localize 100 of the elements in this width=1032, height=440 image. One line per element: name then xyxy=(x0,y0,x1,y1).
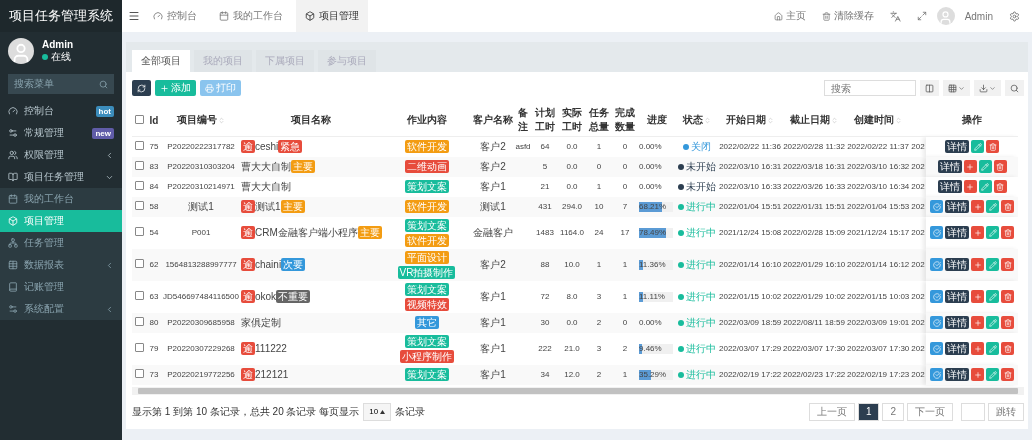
add-button[interactable] xyxy=(963,160,977,173)
checkbox[interactable] xyxy=(134,161,144,170)
nav-tab[interactable]: 我的工作台 xyxy=(210,0,292,32)
next-page-button[interactable]: 下一页 xyxy=(907,402,953,421)
search-field[interactable]: 搜索 xyxy=(824,80,916,96)
menu-item[interactable]: 记账管理 xyxy=(0,276,122,298)
delete-button[interactable] xyxy=(986,140,999,154)
add-button[interactable] xyxy=(971,226,984,239)
menu-item[interactable]: 任务管理 xyxy=(0,232,122,254)
menu-item[interactable]: 项目任务管理 xyxy=(0,166,122,188)
edit-button[interactable] xyxy=(986,290,999,303)
menu-item[interactable]: 控制台 hot xyxy=(0,100,122,122)
approve-button[interactable] xyxy=(930,290,943,303)
menu-item[interactable]: 系统配置 xyxy=(0,298,122,320)
edit-button[interactable] xyxy=(971,140,984,154)
menu-item[interactable]: 常规管理 new xyxy=(0,122,122,144)
menu-search-field[interactable]: 搜索菜单 xyxy=(8,74,114,94)
content-tab[interactable]: 全部项目 xyxy=(132,50,190,72)
column-header[interactable]: 截止日期 xyxy=(782,104,846,137)
page-input[interactable] xyxy=(961,402,985,421)
detail-button[interactable]: 详情 xyxy=(945,342,969,355)
detail-button[interactable]: 详情 xyxy=(937,160,962,173)
checkbox[interactable] xyxy=(134,114,144,124)
toggle-view-button[interactable] xyxy=(920,80,939,96)
approve-button[interactable] xyxy=(930,368,943,381)
column-header[interactable]: 开始日期 xyxy=(718,104,782,137)
add-button[interactable] xyxy=(971,290,984,303)
checkbox[interactable] xyxy=(134,291,144,300)
add-button[interactable] xyxy=(963,180,977,193)
nav-tab[interactable]: 项目管理 xyxy=(296,0,368,32)
prev-page-button[interactable]: 上一页 xyxy=(808,402,855,421)
detail-button[interactable]: 详情 xyxy=(945,140,969,154)
settings-icon[interactable] xyxy=(1009,10,1020,22)
edit-button[interactable] xyxy=(986,342,999,355)
page-button[interactable]: 2 xyxy=(882,402,904,421)
delete-button[interactable] xyxy=(1001,258,1014,271)
detail-button[interactable]: 详情 xyxy=(945,316,969,329)
edit-button[interactable] xyxy=(986,258,999,271)
approve-button[interactable] xyxy=(930,316,943,329)
detail-button[interactable]: 详情 xyxy=(937,180,962,193)
approve-button[interactable] xyxy=(930,258,943,271)
nav-tab[interactable]: 控制台 xyxy=(144,0,206,32)
delete-button[interactable] xyxy=(1001,342,1014,355)
header-link[interactable]: 清除缓存 xyxy=(815,9,880,23)
fullscreen-icon[interactable] xyxy=(916,11,927,21)
columns-button[interactable] xyxy=(943,80,970,96)
checkbox[interactable] xyxy=(134,369,144,378)
page-button[interactable]: 1 xyxy=(857,402,880,421)
approve-button[interactable] xyxy=(930,342,943,355)
user-name[interactable]: Admin xyxy=(958,10,999,22)
horizontal-scrollbar[interactable] xyxy=(132,386,1024,395)
menu-item[interactable]: 权限管理 xyxy=(0,144,122,166)
priority-tag: 主要 xyxy=(291,160,315,173)
edit-button[interactable] xyxy=(986,316,999,329)
edit-button[interactable] xyxy=(978,180,992,193)
add-button[interactable] xyxy=(971,316,984,329)
header-link[interactable]: 主页 xyxy=(767,9,812,23)
add-button[interactable] xyxy=(971,200,984,213)
delete-button[interactable] xyxy=(1001,316,1014,329)
add-button[interactable] xyxy=(971,368,984,381)
edit-button[interactable] xyxy=(978,160,992,173)
menu-item[interactable]: 数据报表 xyxy=(0,254,122,276)
column-header[interactable]: 创建时间 xyxy=(846,104,910,137)
detail-button[interactable]: 详情 xyxy=(945,200,969,213)
checkbox[interactable] xyxy=(134,317,144,326)
page-size-select[interactable]: 10 xyxy=(363,402,392,421)
column-header[interactable]: 状态 xyxy=(676,104,718,137)
refresh-button[interactable] xyxy=(132,80,151,96)
delete-button[interactable] xyxy=(993,180,1007,193)
delete-button[interactable] xyxy=(1001,226,1014,239)
edit-button[interactable] xyxy=(986,200,999,213)
table-cell: 2022/03/26 16:33 xyxy=(782,176,846,197)
approve-button[interactable] xyxy=(930,226,943,239)
edit-button[interactable] xyxy=(986,368,999,381)
translate-icon[interactable] xyxy=(889,10,901,22)
export-button[interactable] xyxy=(974,80,1001,96)
detail-button[interactable]: 详情 xyxy=(945,290,969,303)
checkbox[interactable] xyxy=(134,181,144,190)
checkbox[interactable] xyxy=(134,141,144,151)
search-button[interactable] xyxy=(1005,80,1024,96)
approve-button[interactable] xyxy=(930,200,943,213)
delete-button[interactable] xyxy=(1001,368,1014,381)
add-button[interactable] xyxy=(971,342,984,355)
delete-button[interactable] xyxy=(1001,200,1014,213)
checkbox[interactable] xyxy=(134,259,144,268)
table-cell: 3 xyxy=(586,280,612,313)
detail-button[interactable]: 详情 xyxy=(945,368,969,381)
detail-button[interactable]: 详情 xyxy=(945,226,969,239)
delete-button[interactable] xyxy=(993,160,1007,173)
detail-button[interactable]: 详情 xyxy=(945,258,969,271)
checkbox[interactable] xyxy=(134,201,144,210)
delete-button[interactable] xyxy=(1001,290,1014,303)
jump-button[interactable]: 跳转 xyxy=(988,402,1024,421)
checkbox[interactable] xyxy=(134,227,144,236)
avatar[interactable] xyxy=(936,7,955,25)
checkbox[interactable] xyxy=(134,343,144,352)
edit-button[interactable] xyxy=(986,226,999,239)
menu-item[interactable]: 我的工作台 xyxy=(0,188,122,210)
add-button[interactable] xyxy=(971,258,984,271)
column-header[interactable]: 项目编号 xyxy=(162,104,240,137)
